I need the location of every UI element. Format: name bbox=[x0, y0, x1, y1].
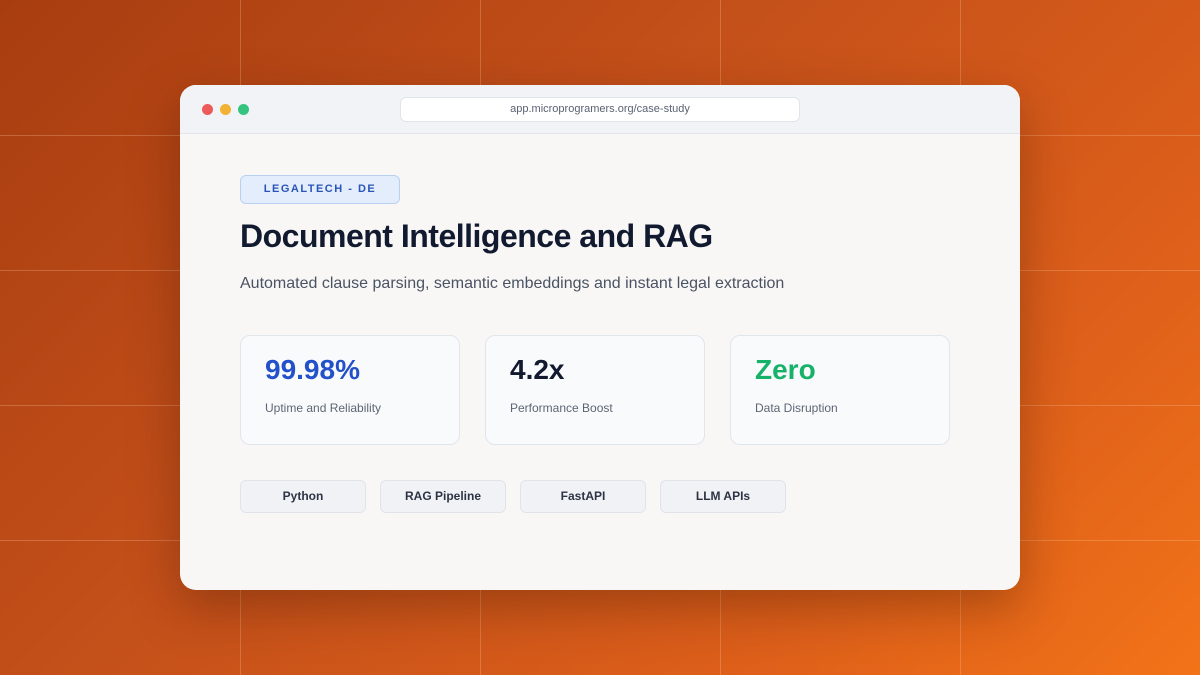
stat-label: Data Disruption bbox=[755, 401, 838, 415]
browser-window: app.microprogramers.org/case-study LEGAL… bbox=[180, 85, 1020, 590]
minimize-window-button[interactable] bbox=[220, 104, 231, 115]
page-title: Document Intelligence and RAG bbox=[240, 218, 713, 254]
tech-tag-rag-pipeline: RAG Pipeline bbox=[380, 480, 506, 513]
maximize-window-button[interactable] bbox=[238, 104, 249, 115]
page-subtitle: Automated clause parsing, semantic embed… bbox=[240, 275, 785, 292]
stat-label: Uptime and Reliability bbox=[265, 401, 382, 415]
tech-tag-llm-apis: LLM APIs bbox=[660, 480, 786, 513]
stat-value: 4.2x bbox=[510, 354, 565, 385]
stat-card-performance: 4.2x Performance Boost bbox=[485, 335, 705, 445]
tech-tag-python: Python bbox=[240, 480, 366, 513]
address-bar[interactable]: app.microprogramers.org/case-study bbox=[400, 97, 800, 122]
tech-tag-fastapi: FastAPI bbox=[520, 480, 646, 513]
close-window-button[interactable] bbox=[202, 104, 213, 115]
industry-badge: LEGALTECH - DE bbox=[240, 175, 400, 204]
stat-value: 99.98% bbox=[265, 354, 360, 385]
stat-label: Performance Boost bbox=[510, 401, 613, 415]
stat-card-disruption: Zero Data Disruption bbox=[730, 335, 950, 445]
browser-titlebar: app.microprogramers.org/case-study bbox=[180, 85, 1020, 134]
stat-value: Zero bbox=[755, 354, 816, 385]
stat-card-uptime: 99.98% Uptime and Reliability bbox=[240, 335, 460, 445]
